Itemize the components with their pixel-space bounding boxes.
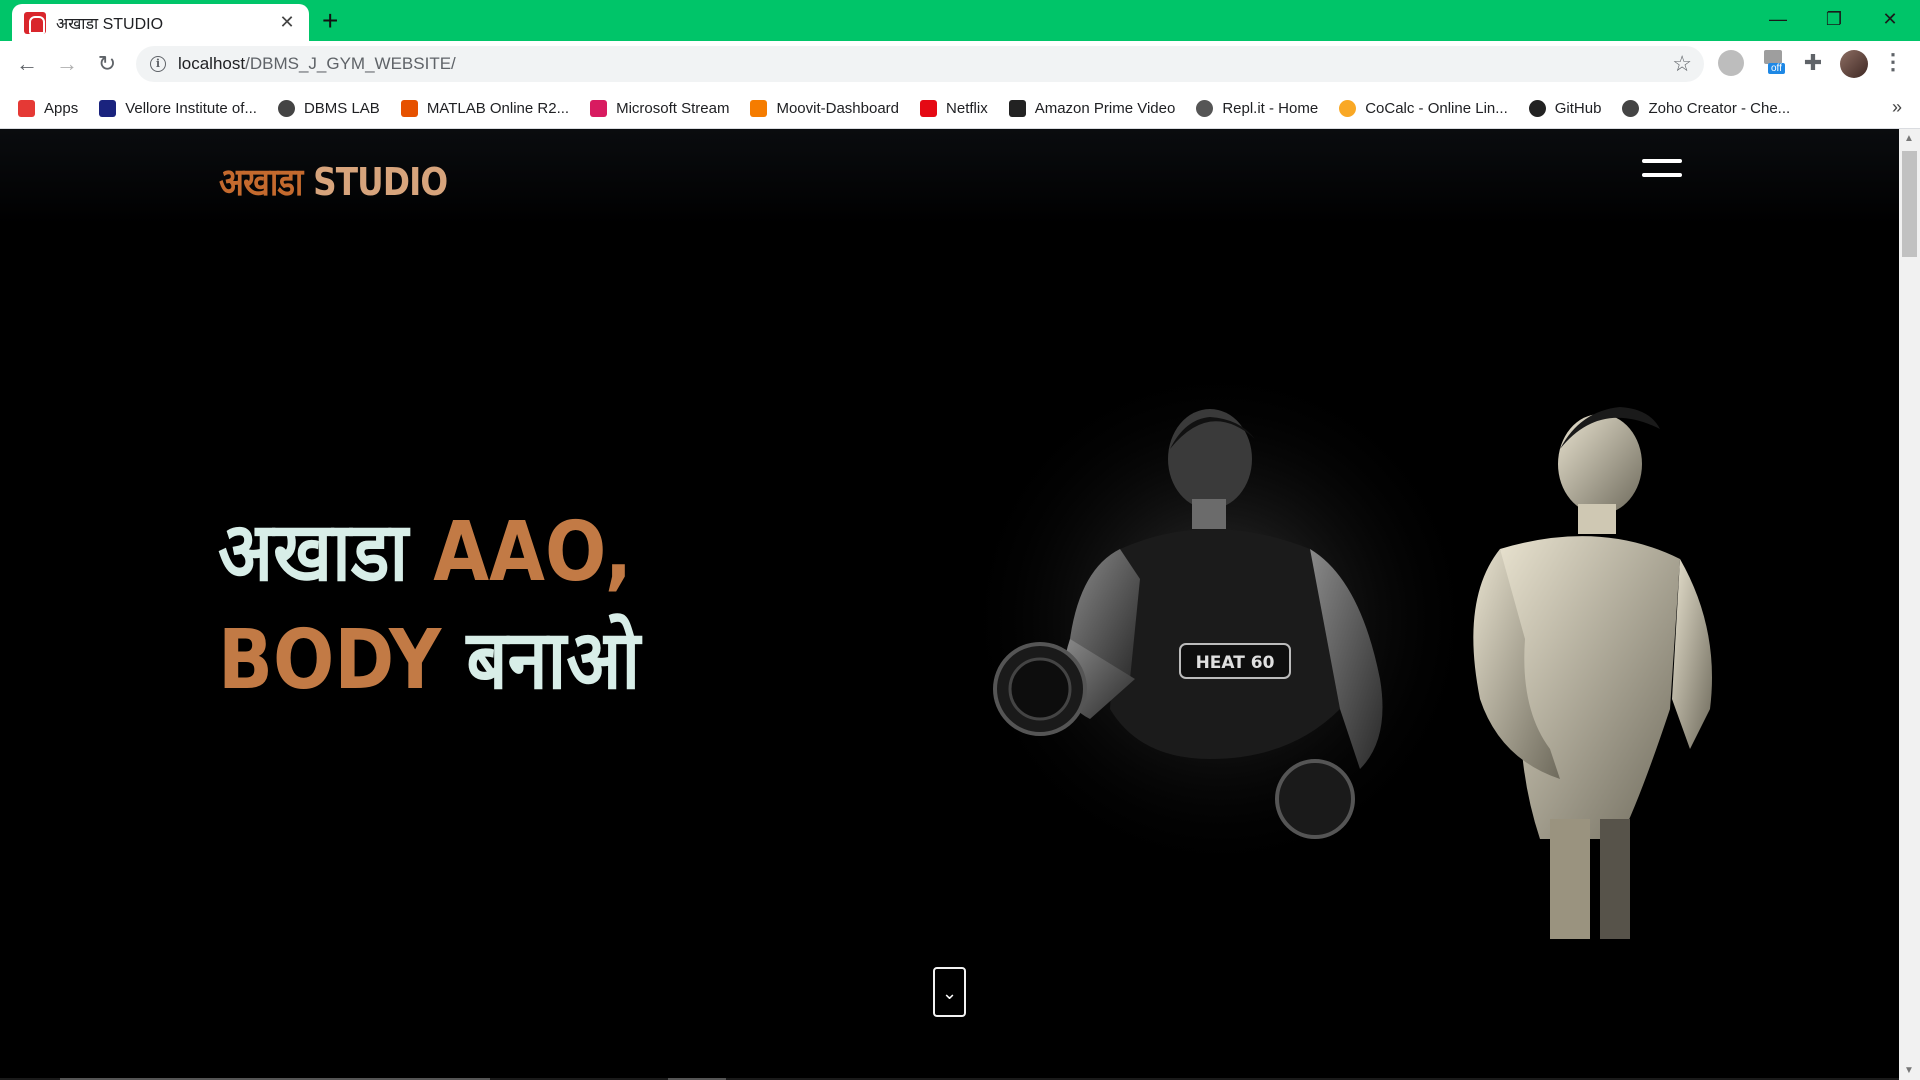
matlab-icon: [400, 99, 418, 117]
site-info-icon[interactable]: i: [150, 56, 166, 72]
stream-icon: [590, 99, 608, 117]
bookmark-label: Moovit-Dashboard: [776, 99, 900, 117]
vit-icon: [99, 99, 117, 117]
bookmark-item[interactable]: Apps: [18, 99, 79, 117]
hamburger-menu-icon[interactable]: [1642, 159, 1682, 181]
globe-icon: [277, 99, 295, 117]
extension-icon[interactable]: [1718, 50, 1744, 76]
cocalc-icon: [1339, 99, 1357, 117]
bookmark-label: MATLAB Online R2...: [426, 99, 570, 117]
bookmark-item[interactable]: Zoho Creator - Che...: [1622, 99, 1791, 117]
apps-grid-icon: [18, 99, 35, 117]
bookmark-label: Zoho Creator - Che...: [1648, 99, 1791, 117]
bookmark-label: Amazon Prime Video: [1034, 99, 1176, 117]
bookmark-item[interactable]: MATLAB Online R2...: [400, 99, 570, 117]
bookmark-star-icon[interactable]: ☆: [1672, 51, 1692, 77]
browser-titlebar: अखाडा STUDIO ✕ + — ❐ ✕: [0, 0, 1920, 41]
bookmark-label: Microsoft Stream: [616, 99, 730, 117]
extension-off-icon[interactable]: off: [1764, 50, 1790, 76]
bookmark-item[interactable]: DBMS LAB: [277, 99, 380, 117]
hero-heading: अखाडा AAO, BODY बनाओ: [218, 499, 640, 715]
close-window-button[interactable]: ✕: [1862, 4, 1918, 34]
maximize-button[interactable]: ❐: [1806, 4, 1862, 34]
url-text[interactable]: localhost/DBMS_J_GYM_WEBSITE/: [178, 54, 456, 74]
bookmark-item[interactable]: CoCalc - Online Lin...: [1339, 99, 1508, 117]
moovit-icon: [750, 99, 768, 117]
hamburger-bar: [1642, 173, 1682, 177]
back-arrow-icon[interactable]: ←: [12, 49, 42, 79]
logo-english: STUDIO: [313, 160, 448, 204]
url-path: /DBMS_J_GYM_WEBSITE/: [245, 54, 456, 73]
browser-tab[interactable]: अखाडा STUDIO ✕: [12, 4, 309, 41]
tab-title: अखाडा STUDIO: [56, 15, 164, 33]
bookmark-item[interactable]: GitHub: [1528, 99, 1602, 117]
netflix-icon: [920, 99, 938, 117]
hero-word: AAO,: [433, 505, 633, 600]
forward-arrow-icon[interactable]: →: [52, 49, 82, 79]
vertical-scrollbar[interactable]: ▲ ▼: [1899, 129, 1920, 1080]
bookmark-label: Apps: [44, 99, 79, 117]
amazon-icon: [1008, 99, 1026, 117]
page-viewport: अखाडा STUDIO अखाडा AAO, BODY बनाओ HEAT 6…: [0, 129, 1899, 1080]
scroll-down-button[interactable]: ⌄: [933, 967, 966, 1017]
bookmark-item[interactable]: Vellore Institute of...: [99, 99, 257, 117]
scroll-up-arrow-icon[interactable]: ▲: [1904, 133, 1914, 144]
hero-word: अखाडा: [218, 505, 409, 600]
logo-hindi: अखाडा: [219, 160, 303, 204]
profile-avatar[interactable]: [1840, 50, 1868, 78]
replit-icon: [1196, 99, 1214, 117]
bookmark-label: Repl.it - Home: [1222, 99, 1319, 117]
bookmark-item[interactable]: Repl.it - Home: [1196, 99, 1319, 117]
address-bar[interactable]: i localhost/DBMS_J_GYM_WEBSITE/ ☆: [136, 46, 1704, 82]
site-logo[interactable]: अखाडा STUDIO: [219, 155, 448, 207]
bookmark-item[interactable]: Moovit-Dashboard: [750, 99, 900, 117]
bookmark-item[interactable]: Amazon Prime Video: [1008, 99, 1176, 117]
browser-toolbar: ← → ↻ i localhost/DBMS_J_GYM_WEBSITE/ ☆ …: [0, 41, 1920, 88]
extensions-puzzle-icon[interactable]: ✚: [1800, 50, 1826, 76]
reload-icon[interactable]: ↻: [92, 49, 122, 79]
bookmark-label: CoCalc - Online Lin...: [1365, 99, 1508, 117]
bookmark-item[interactable]: Microsoft Stream: [590, 99, 730, 117]
browser-menu-icon[interactable]: ⋮: [1882, 49, 1904, 75]
globe-icon: [1622, 99, 1640, 117]
hero-line-2: BODY बनाओ: [218, 607, 640, 715]
scroll-down-arrow-icon[interactable]: ▼: [1904, 1065, 1914, 1076]
hamburger-bar: [1642, 159, 1682, 163]
gym-favicon-icon: [24, 11, 46, 34]
bookmark-label: Netflix: [946, 99, 988, 117]
hero-line-1: अखाडा AAO,: [218, 499, 640, 607]
extension-badge: off: [1768, 63, 1785, 74]
bookmark-label: GitHub: [1554, 99, 1602, 117]
hero-word: BODY: [218, 613, 442, 708]
url-host: localhost: [178, 54, 246, 73]
tab-close-icon[interactable]: ✕: [277, 12, 297, 33]
bookmarks-bar: Apps Vellore Institute of... DBMS LAB MATLA…: [0, 88, 1920, 129]
bookmark-item[interactable]: Netflix: [920, 99, 988, 117]
github-icon: [1528, 99, 1546, 117]
shirt-print: HEAT 60: [1196, 653, 1275, 673]
bookmarks-overflow-icon[interactable]: »: [1892, 97, 1902, 118]
new-tab-button[interactable]: +: [322, 6, 338, 36]
extension-glyph: [1764, 50, 1782, 64]
scrollbar-thumb[interactable]: [1902, 151, 1917, 257]
bookmark-label: Vellore Institute of...: [125, 99, 257, 117]
site-header: अखाडा STUDIO: [0, 129, 1899, 225]
hero-bodybuilders-image: HEAT 60: [960, 379, 1712, 939]
minimize-button[interactable]: —: [1750, 4, 1806, 34]
bookmark-label: DBMS LAB: [303, 99, 380, 117]
hero-word: बनाओ: [466, 613, 641, 708]
